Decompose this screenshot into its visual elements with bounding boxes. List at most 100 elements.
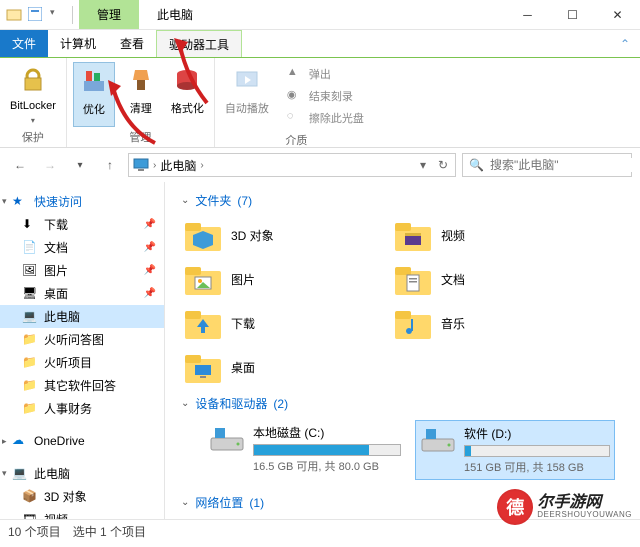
folder-icon [183, 217, 223, 253]
folder-icon [183, 349, 223, 385]
folder-icon: 📁 [22, 401, 38, 417]
bitlocker-button[interactable]: BitLocker ▾ [6, 62, 60, 127]
folder-item[interactable]: 音乐 [387, 301, 597, 345]
sidebar-onedrive[interactable]: ▸☁OneDrive [0, 430, 164, 452]
drive-name: 软件 (D:) [464, 425, 610, 442]
autoplay-button: 自动播放 [221, 62, 273, 118]
sidebar-label: 图片 [44, 262, 68, 279]
sidebar-folder[interactable]: 📁 人事财务 [0, 397, 164, 420]
format-button[interactable]: 格式化 [167, 62, 208, 127]
pin-icon: 📌 [144, 242, 156, 253]
folder-item[interactable]: 3D 对象 [177, 213, 387, 257]
drive-sub: 151 GB 可用, 共 158 GB [464, 459, 610, 475]
sidebar-folder[interactable]: 📁火听问答图 [0, 328, 164, 351]
drive-usage-bar [253, 444, 401, 456]
drive-item[interactable]: 本地磁盘 (C:)16.5 GB 可用, 共 80.0 GB [205, 420, 405, 480]
folder-item[interactable]: 图片 [177, 257, 387, 301]
tab-computer[interactable]: 计算机 [48, 30, 108, 57]
folder-item[interactable]: 桌面 [177, 345, 387, 389]
optimize-button[interactable]: 优化 [73, 62, 115, 127]
status-item-count: 10 个项目 [8, 523, 61, 540]
drive-grid: 本地磁盘 (C:)16.5 GB 可用, 共 80.0 GB 软件 (D:) 151… [177, 416, 628, 488]
tab-drive-tools[interactable]: 驱动器工具 [156, 30, 242, 57]
sidebar-quick-access[interactable]: ▾★快速访问 [0, 190, 164, 213]
cloud-icon: ☁ [12, 433, 28, 449]
chevron-down-icon: ⌄ [181, 195, 189, 206]
eject-button: ▲弹出 [287, 66, 364, 82]
chevron-right-icon[interactable]: › [200, 160, 203, 171]
pc-icon [133, 158, 149, 172]
title-bar: ▾ 管理 此电脑 ─ ☐ ✕ [0, 0, 640, 30]
chevron-right-icon[interactable]: › [153, 160, 156, 171]
finalize-button: ◉结束刻录 [287, 88, 364, 104]
sidebar-this-pc-tree[interactable]: ▾💻此电脑 [0, 462, 164, 485]
sidebar-label: 下载 [44, 216, 68, 233]
section-drives[interactable]: ⌄ 设备和驱动器 (2) [177, 389, 628, 416]
chevron-down-icon: ⌄ [181, 398, 189, 409]
sidebar-3d-objects[interactable]: 📦3D 对象 [0, 485, 164, 508]
drive-item[interactable]: 软件 (D:) 151 GB 可用, 共 158 GB [415, 420, 615, 480]
history-dropdown[interactable]: ▾ [68, 153, 92, 177]
section-label: 文件夹 [195, 192, 231, 209]
breadcrumb-segment[interactable]: 此电脑 [160, 157, 196, 174]
folder-icon: 📁 [22, 355, 38, 371]
folder-icon: 📁 [22, 378, 38, 394]
ribbon: BitLocker ▾ 保护 优化 清理 格式化 管理 [0, 58, 640, 148]
ribbon-tabs: 文件 计算机 查看 驱动器工具 ⌃ [0, 30, 640, 58]
status-selected-count: 选中 1 个项目 [73, 523, 146, 540]
maximize-button[interactable]: ☐ [550, 0, 595, 29]
refresh-icon[interactable]: ↻ [435, 157, 451, 173]
folder-icon [393, 217, 433, 253]
section-count: (7) [237, 194, 252, 208]
ribbon-group-protect-label: 保护 [22, 127, 44, 145]
section-count: (2) [273, 397, 288, 411]
folder-icon [393, 305, 433, 341]
watermark-cn: 尔手游网 [537, 494, 632, 512]
address-bar[interactable]: › 此电脑 › ▾ ↻ [128, 153, 456, 177]
back-button[interactable]: ← [8, 153, 32, 177]
folder-icon [183, 305, 223, 341]
watermark: 德 尔手游网 DEERSHOUYOUWANG [497, 489, 632, 525]
contextual-tab-manage[interactable]: 管理 [79, 0, 139, 29]
folder-item[interactable]: 文档 [387, 257, 597, 301]
search-box[interactable]: 🔍 [462, 153, 632, 177]
ribbon-collapse-icon[interactable]: ⌃ [620, 30, 640, 57]
sidebar-documents[interactable]: 📄文档📌 [0, 236, 164, 259]
pc-icon: 💻 [22, 309, 38, 325]
up-button[interactable]: ↑ [98, 153, 122, 177]
drive-icon [209, 424, 245, 456]
drive-usage-bar [464, 445, 610, 457]
folder-grid: 3D 对象视频图片文档下载音乐桌面 [177, 213, 628, 389]
section-folders[interactable]: ⌄ 文件夹 (7) [177, 186, 628, 213]
cleanup-button[interactable]: 清理 [121, 62, 161, 127]
tab-view[interactable]: 查看 [108, 30, 156, 57]
sidebar-this-pc[interactable]: 💻 此电脑 [0, 305, 164, 328]
tab-file[interactable]: 文件 [0, 30, 48, 57]
search-icon: 🔍 [469, 158, 484, 172]
folder-label: 桌面 [231, 359, 255, 376]
sidebar-label: OneDrive [34, 434, 85, 448]
sidebar-desktop[interactable]: 🖥桌面📌 [0, 282, 164, 305]
autoplay-label: 自动播放 [225, 100, 269, 116]
close-button[interactable]: ✕ [595, 0, 640, 29]
chevron-down-icon: ⌄ [181, 497, 189, 508]
folder-item[interactable]: 视频 [387, 213, 597, 257]
bitlocker-label: BitLocker [10, 100, 56, 112]
sidebar-folder[interactable]: 📁火听项目 [0, 351, 164, 374]
sidebar-downloads[interactable]: ⬇下载📌 [0, 213, 164, 236]
navigation-bar: ← → ▾ ↑ › 此电脑 › ▾ ↻ 🔍 [0, 148, 640, 182]
address-dropdown-icon[interactable]: ▾ [415, 157, 431, 173]
sidebar-videos[interactable]: 🎞视频 [0, 508, 164, 519]
search-input[interactable] [490, 158, 640, 172]
folder-item[interactable]: 下载 [177, 301, 387, 345]
sidebar-label: 此电脑 [44, 308, 80, 325]
minimize-button[interactable]: ─ [505, 0, 550, 29]
qat-dropdown-icon[interactable]: ▾ [50, 7, 66, 23]
sidebar-label: 人事财务 [44, 400, 92, 417]
drive-sub: 16.5 GB 可用, 共 80.0 GB [253, 458, 401, 474]
qat-properties-icon[interactable] [28, 7, 44, 23]
sidebar-pictures[interactable]: 🖼图片📌 [0, 259, 164, 282]
sidebar-folder[interactable]: 📁其它软件回答 [0, 374, 164, 397]
ribbon-group-media-label: 介质 [285, 130, 307, 148]
folder-icon: 📁 [22, 332, 38, 348]
